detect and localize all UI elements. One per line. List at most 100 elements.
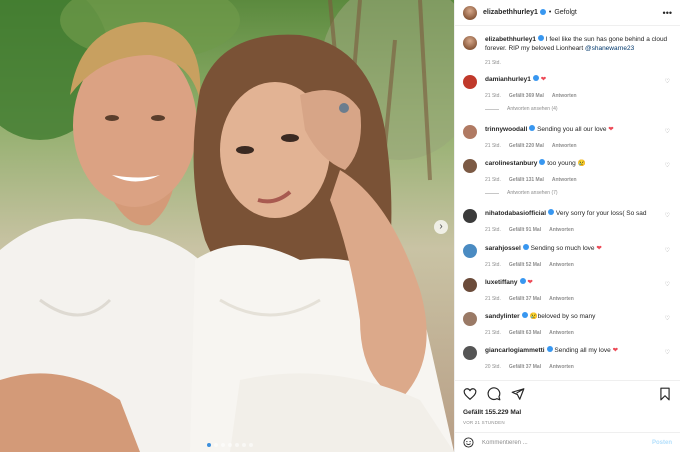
more-options-icon[interactable]: ••• (663, 8, 672, 18)
author-avatar[interactable] (463, 5, 477, 20)
carousel-dot (214, 443, 218, 447)
carousel-dot (221, 443, 225, 447)
view-replies-link[interactable]: Antworten ansehen (7) (485, 190, 558, 196)
verified-icon (522, 244, 529, 251)
like-heart-icon[interactable] (463, 387, 477, 401)
verified-icon (521, 312, 528, 319)
comment-text: carolinestanbury too young 😢 (485, 159, 667, 168)
commenter-username[interactable]: carolinestanbury (485, 160, 537, 167)
comment-likes[interactable]: Gefällt 91 Mal (509, 227, 541, 233)
comment-time: 21 Std. (485, 93, 501, 99)
comment-like-heart-icon[interactable]: ♡ (665, 281, 670, 288)
author-avatar[interactable] (463, 36, 477, 50)
reply-button[interactable]: Antworten (549, 227, 574, 233)
commenter-avatar[interactable] (463, 125, 477, 139)
reply-button[interactable]: Antworten (552, 93, 577, 99)
post-image (0, 0, 454, 452)
comment-like-heart-icon[interactable]: ♡ (665, 247, 670, 254)
commenter-avatar[interactable] (463, 209, 477, 223)
bookmark-icon[interactable] (658, 387, 672, 401)
view-replies-link[interactable]: Antworten ansehen (4) (485, 106, 558, 112)
commenter-username[interactable]: luxetiffany (485, 279, 518, 286)
comment-body: Sending so much love ❤ (530, 245, 602, 252)
comment-like-heart-icon[interactable]: ♡ (665, 128, 670, 135)
comment-text: trinnywoodall Sending you all our love ❤ (485, 125, 667, 134)
commenter-avatar[interactable] (463, 75, 477, 89)
comment-likes[interactable]: Gefällt 63 Mal (509, 330, 541, 336)
comment-item: luxetiffany ❤ 21 Std. Gefällt 37 Mal Antwor… (463, 278, 672, 302)
comment-likes[interactable]: Gefällt 220 Mal (509, 143, 544, 149)
comment-item: giancarlogiammetti Sending all my love ❤… (463, 346, 672, 370)
reply-button[interactable]: Antworten (552, 143, 577, 149)
commenter-username[interactable]: trinnywoodall (485, 126, 527, 133)
comment-body: too young 😢 (547, 160, 586, 167)
commenter-username[interactable]: damianhurley1 (485, 76, 531, 83)
commenter-username[interactable]: sarahjossel (485, 245, 521, 252)
comment-likes[interactable]: Gefällt 37 Mal (509, 364, 541, 370)
separator-dot: • (548, 9, 552, 16)
replies-divider (485, 108, 499, 110)
comment-like-heart-icon[interactable]: ♡ (665, 349, 670, 356)
comment-likes[interactable]: Gefällt 52 Mal (509, 262, 541, 268)
reply-button[interactable]: Antworten (549, 330, 574, 336)
commenter-avatar[interactable] (463, 244, 477, 258)
comment-text: giancarlogiammetti Sending all my love ❤ (485, 346, 667, 355)
commenter-avatar[interactable] (463, 278, 477, 292)
verified-icon (539, 159, 546, 166)
reply-button[interactable]: Antworten (549, 296, 574, 302)
comment-item: carolinestanbury too young 😢 21 Std. Gefäl… (463, 159, 672, 183)
comment-like-heart-icon[interactable]: ♡ (665, 315, 670, 322)
comment-item: damianhurley1 ❤ 21 Std. Gefällt 369 Mal Ant… (463, 75, 672, 99)
emoji-icon[interactable] (463, 437, 474, 448)
comment-body: ❤ (527, 279, 533, 286)
verified-icon (539, 8, 546, 15)
verified-icon (548, 209, 555, 216)
comment-meta: 21 Std. Gefällt 52 Mal Antworten (485, 262, 667, 268)
comment-input[interactable] (482, 439, 632, 446)
post-comment-button[interactable]: Posten (652, 440, 672, 446)
carousel-dot (242, 443, 246, 447)
follow-status[interactable]: Gefolgt (554, 9, 577, 16)
reply-button[interactable]: Antworten (549, 262, 574, 268)
commenter-username[interactable]: nihatodabasiofficial (485, 210, 546, 217)
commenter-username[interactable]: sandylinter (485, 313, 520, 320)
comment-meta: 20 Std. Gefällt 37 Mal Antworten (485, 364, 667, 370)
share-icon[interactable] (511, 387, 525, 401)
comment-likes[interactable]: Gefällt 37 Mal (509, 296, 541, 302)
commenter-avatar[interactable] (463, 159, 477, 173)
comment-likes[interactable]: Gefällt 369 Mal (509, 93, 544, 99)
view-replies-label[interactable]: Antworten ansehen (4) (507, 106, 558, 112)
carousel-dot (235, 443, 239, 447)
post-caption: elizabethhurley1 I feel like the sun has… (463, 26, 672, 66)
comment-like-heart-icon[interactable]: ♡ (665, 162, 670, 169)
reply-button[interactable]: Antworten (552, 177, 577, 183)
caption-mention-link[interactable]: @shanewarne23 (585, 45, 634, 52)
view-replies-label[interactable]: Antworten ansehen (7) (507, 190, 558, 196)
commenter-avatar[interactable] (463, 312, 477, 326)
carousel-dot (207, 443, 211, 447)
post-photo[interactable]: › (0, 0, 454, 452)
comment-meta: 21 Std. Gefällt 37 Mal Antworten (485, 296, 667, 302)
carousel-dot (249, 443, 253, 447)
next-image-button[interactable]: › (434, 220, 448, 234)
comment-time: 21 Std. (485, 227, 501, 233)
commenter-avatar[interactable] (463, 346, 477, 360)
commenter-username[interactable]: giancarlogiammetti (485, 347, 545, 354)
comment-bubble-icon[interactable] (487, 387, 501, 401)
comments-list[interactable]: elizabethhurley1 I feel like the sun has… (455, 26, 680, 380)
comment-item: sarahjossel Sending so much love ❤ 21 Std… (463, 244, 672, 268)
caption-username[interactable]: elizabethhurley1 (485, 36, 536, 43)
likes-count[interactable]: Gefällt 155.229 Mal (463, 409, 672, 416)
comment-text: nihatodabasiofficial Very sorry for your… (485, 209, 667, 218)
carousel-dot (228, 443, 232, 447)
comment-like-heart-icon[interactable]: ♡ (665, 78, 670, 85)
comment-text: sandylinter 😢beloved by so many (485, 312, 667, 321)
author-username[interactable]: elizabethhurley1 (483, 9, 538, 16)
post-timestamp: VOR 21 STUNDEN (463, 420, 505, 425)
comment-like-heart-icon[interactable]: ♡ (665, 212, 670, 219)
comment-item: trinnywoodall Sending you all our love ❤… (463, 125, 672, 149)
comment-likes[interactable]: Gefällt 131 Mal (509, 177, 544, 183)
comment-body: Sending all my love ❤ (554, 347, 619, 354)
add-comment-bar: Posten (455, 432, 680, 452)
reply-button[interactable]: Antworten (549, 364, 574, 370)
